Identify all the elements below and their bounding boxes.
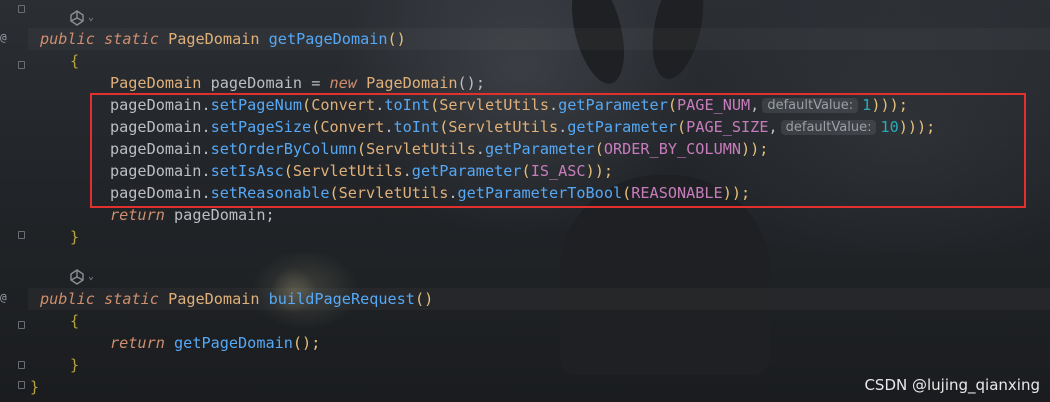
codelens-widget[interactable]: ⌄ [68, 8, 102, 28]
brace: } [70, 228, 80, 246]
code-line-method-signature[interactable]: public static PageDomain buildPageReques… [28, 288, 1050, 310]
method-name: getPageDomain [268, 30, 388, 48]
paren: (); [292, 334, 321, 352]
code-line-brace[interactable]: { [70, 50, 79, 72]
brace: { [70, 52, 80, 70]
code-line-return[interactable]: return getPageDomain(); [110, 332, 320, 354]
method-name: getPageDomain [174, 334, 293, 352]
chevron-down-icon[interactable]: ⌄ [88, 13, 94, 23]
keyword: public [40, 290, 95, 308]
brace: { [70, 312, 80, 330]
fold-marker-icon[interactable] [16, 60, 26, 70]
type-name: PageDomain [168, 30, 260, 48]
fold-marker-icon[interactable] [16, 230, 26, 240]
variable: pageDomain [174, 206, 266, 224]
code-line-brace[interactable]: { [70, 310, 79, 332]
code-line-method-signature[interactable]: public static PageDomain getPageDomain() [28, 28, 1050, 50]
code-line-declaration[interactable]: PageDomain pageDomain = new PageDomain()… [110, 72, 485, 94]
type-name: PageDomain [366, 74, 458, 92]
method-name: buildPageRequest [268, 290, 415, 308]
type-name: PageDomain [168, 290, 260, 308]
override-marker-icon[interactable]: @ [0, 291, 8, 305]
variable: pageDomain [210, 74, 303, 92]
fold-marker-icon[interactable] [16, 4, 26, 14]
punctuation: (); [457, 74, 485, 92]
chevron-down-icon[interactable]: ⌄ [88, 272, 94, 282]
codelens-widget[interactable]: ⌄ [68, 267, 102, 287]
keyword: return [110, 206, 165, 224]
editor-gutter: @ @ [0, 0, 28, 402]
brace: } [70, 356, 80, 374]
brace: } [30, 378, 40, 396]
keyword: static [104, 290, 159, 308]
keyword: return [110, 334, 165, 352]
parens: () [414, 290, 434, 308]
punctuation: ; [265, 206, 275, 224]
type-name: PageDomain [110, 74, 202, 92]
code-line-class-close[interactable]: } [30, 376, 39, 398]
fold-marker-icon[interactable] [16, 360, 26, 370]
keyword: new [329, 74, 357, 92]
code-line-brace[interactable]: } [70, 226, 79, 248]
parens: () [387, 30, 406, 48]
ai-codelens-icon[interactable] [68, 9, 86, 27]
code-line-brace[interactable]: } [70, 354, 79, 376]
operator: = [311, 74, 321, 92]
fold-marker-icon[interactable] [16, 380, 26, 390]
keyword: static [104, 30, 159, 48]
watermark: CSDN @lujing_qianxing [864, 376, 1040, 394]
ai-codelens-icon[interactable] [68, 268, 86, 286]
keyword: public [40, 30, 95, 48]
override-marker-icon[interactable]: @ [0, 31, 8, 45]
highlight-annotation-box [90, 93, 1026, 208]
fold-marker-icon[interactable] [16, 320, 26, 330]
